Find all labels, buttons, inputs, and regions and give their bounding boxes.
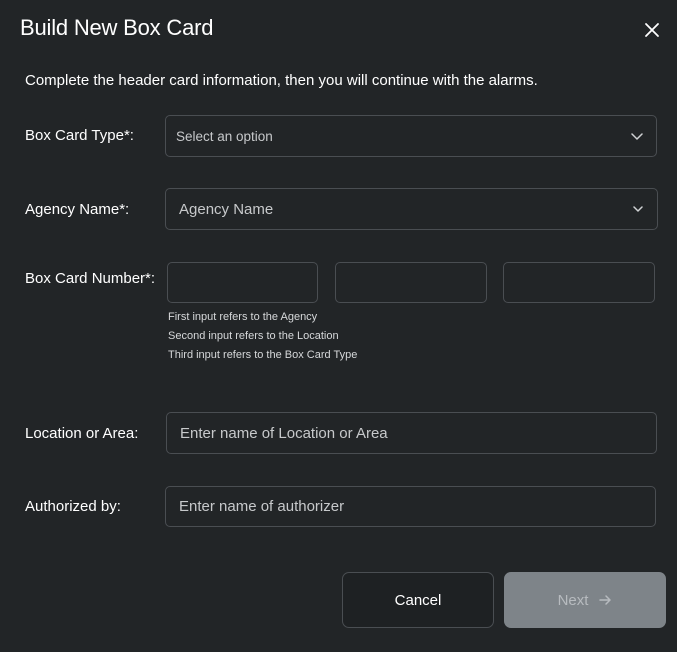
location-label: Location or Area: [25,425,139,442]
agency-name-label: Agency Name*: [25,201,130,218]
arrow-right-icon [599,595,612,605]
build-box-card-dialog: Build New Box Card Complete the header c… [0,0,677,652]
cancel-button-label: Cancel [394,591,442,609]
box-card-number-type-input[interactable] [503,262,655,303]
box-card-number-hint-3: Third input refers to the Box Card Type [168,349,358,361]
chevron-down-icon [633,206,643,212]
location-placeholder: Enter name of Location or Area [180,424,388,442]
cancel-button[interactable]: Cancel [342,572,494,628]
next-button[interactable]: Next [504,572,666,628]
box-card-type-label: Box Card Type*: [25,127,134,144]
authorized-by-label: Authorized by: [25,498,121,515]
next-button-label: Next [557,591,589,609]
close-button[interactable] [640,18,664,42]
box-card-number-location-input[interactable] [335,262,487,303]
chevron-down-icon [631,133,643,140]
dialog-intro: Complete the header card information, th… [25,72,538,89]
location-input[interactable]: Enter name of Location or Area [166,412,657,454]
agency-name-value: Agency Name [179,200,274,218]
close-icon [645,23,659,37]
authorized-by-input[interactable]: Enter name of authorizer [165,486,656,527]
authorized-by-placeholder: Enter name of authorizer [179,498,345,515]
box-card-type-value: Select an option [176,128,273,144]
agency-name-select[interactable]: Agency Name [165,188,658,230]
box-card-number-hint-2: Second input refers to the Location [168,330,339,342]
box-card-number-hint-1: First input refers to the Agency [168,311,318,323]
box-card-number-label: Box Card Number*: [25,270,156,287]
dialog-title: Build New Box Card [20,15,214,40]
box-card-number-agency-input[interactable] [167,262,318,303]
box-card-type-select[interactable]: Select an option [165,115,657,157]
